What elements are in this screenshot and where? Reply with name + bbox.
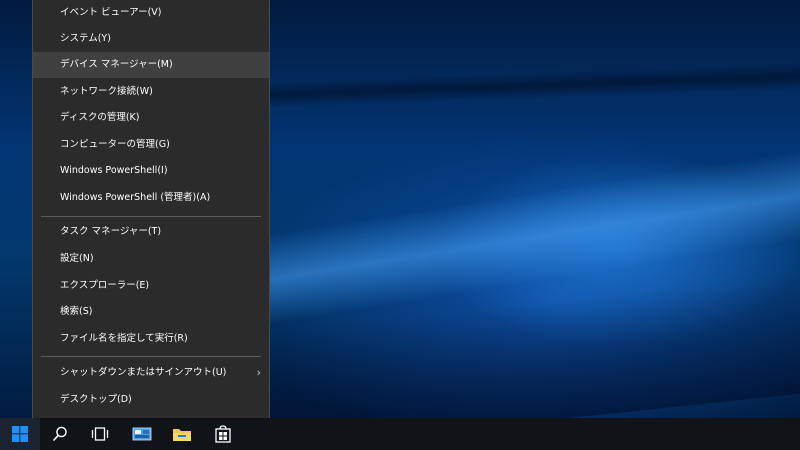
chevron-right-icon: › (256, 366, 261, 379)
store-button[interactable] (203, 418, 243, 450)
menu-item-disk-management[interactable]: ディスクの管理(K) (33, 105, 269, 131)
menu-item-system[interactable]: システム(Y) (33, 26, 269, 52)
taskbar (0, 418, 800, 450)
menu-item-powershell[interactable]: Windows PowerShell(I) (33, 158, 269, 184)
task-view-button[interactable] (80, 418, 120, 450)
menu-item-search[interactable]: 検索(S) (33, 299, 269, 325)
menu-item-network-connections[interactable]: ネットワーク接続(W) (33, 79, 269, 105)
menu-item-settings[interactable]: 設定(N) (33, 246, 269, 272)
menu-separator (41, 216, 261, 217)
control-panel-button[interactable] (122, 418, 162, 450)
menu-item-run[interactable]: ファイル名を指定して実行(R) (33, 326, 269, 352)
menu-item-powershell-admin[interactable]: Windows PowerShell (管理者)(A) (33, 185, 269, 211)
wallpaper-shadow (270, 270, 800, 418)
menu-item-desktop[interactable]: デスクトップ(D) (33, 387, 269, 413)
search-button[interactable] (40, 418, 80, 450)
power-user-menu: イベント ビューアー(V) システム(Y) デバイス マネージャー(M) ネット… (32, 0, 270, 421)
store-icon (215, 425, 231, 443)
menu-item-event-viewer[interactable]: イベント ビューアー(V) (33, 0, 269, 26)
menu-item-label: シャットダウンまたはサインアウト(U) (60, 367, 227, 378)
menu-item-task-manager[interactable]: タスク マネージャー(T) (33, 219, 269, 245)
menu-item-explorer[interactable]: エクスプローラー(E) (33, 273, 269, 299)
task-view-icon (91, 427, 109, 441)
wallpaper-light-beam (270, 145, 800, 325)
search-icon (52, 426, 67, 442)
windows-logo-icon (12, 426, 28, 442)
control-panel-icon (132, 427, 152, 441)
menu-item-computer-management[interactable]: コンピューターの管理(G) (33, 132, 269, 158)
menu-item-shutdown-signout[interactable]: シャットダウンまたはサインアウト(U) › (33, 360, 269, 386)
menu-separator (41, 356, 261, 357)
file-explorer-icon (173, 429, 191, 441)
menu-item-device-manager[interactable]: デバイス マネージャー(M) (33, 52, 269, 78)
start-button[interactable] (0, 418, 40, 450)
file-explorer-button[interactable] (162, 418, 202, 450)
wallpaper-light-beam (270, 62, 800, 108)
